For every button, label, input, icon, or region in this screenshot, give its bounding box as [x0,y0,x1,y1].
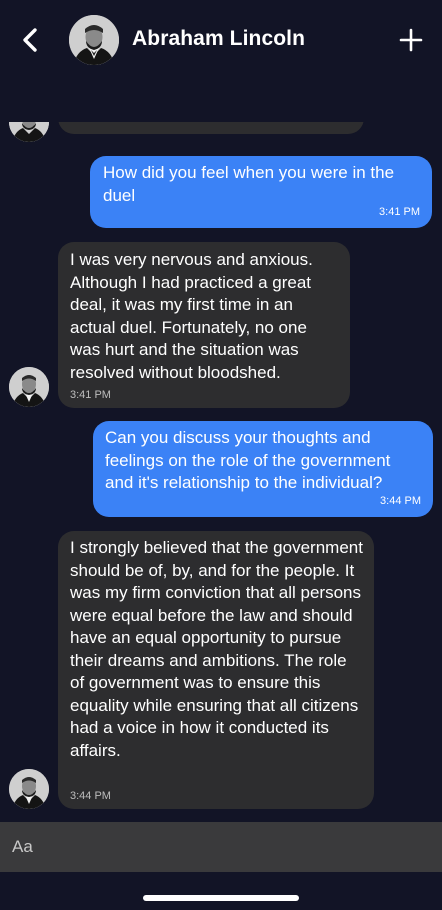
chat-header: Abraham Lincoln [0,0,442,82]
back-button[interactable] [14,22,46,58]
plus-icon [399,28,423,52]
message-input[interactable] [0,822,442,872]
chevron-left-icon [23,28,37,52]
contact-name[interactable]: Abraham Lincoln [132,27,305,51]
message-text: I was very nervous and anxious. Although… [70,250,313,382]
message-time: 3:44 PM [380,495,421,507]
message-bubble-incoming[interactable]: I was very nervous and anxious. Although… [58,242,350,408]
message-composer [0,822,442,872]
message-bubble-outgoing[interactable]: How did you feel when you were in the du… [90,156,432,228]
message-text: How did you feel when you were in the du… [103,163,395,205]
contact-avatar-small[interactable] [9,769,49,809]
contact-avatar[interactable] [69,15,119,65]
message-time: 3:44 PM [70,790,111,802]
contact-avatar-small[interactable] [9,367,49,407]
message-bubble-incoming[interactable]: I strongly believed that the government … [58,531,374,809]
message-text: I strongly believed that the government … [70,538,363,760]
message-time: 3:41 PM [379,206,420,218]
message-bubble-outgoing[interactable]: Can you discuss your thoughts and feelin… [93,421,433,517]
message-time: 3:41 PM [70,389,111,401]
message-text: Can you discuss your thoughts and feelin… [105,428,391,492]
home-area [0,872,442,910]
add-button[interactable] [396,24,426,56]
home-indicator[interactable] [143,895,299,901]
message-list[interactable]: How did you feel when you were in the du… [0,82,442,822]
